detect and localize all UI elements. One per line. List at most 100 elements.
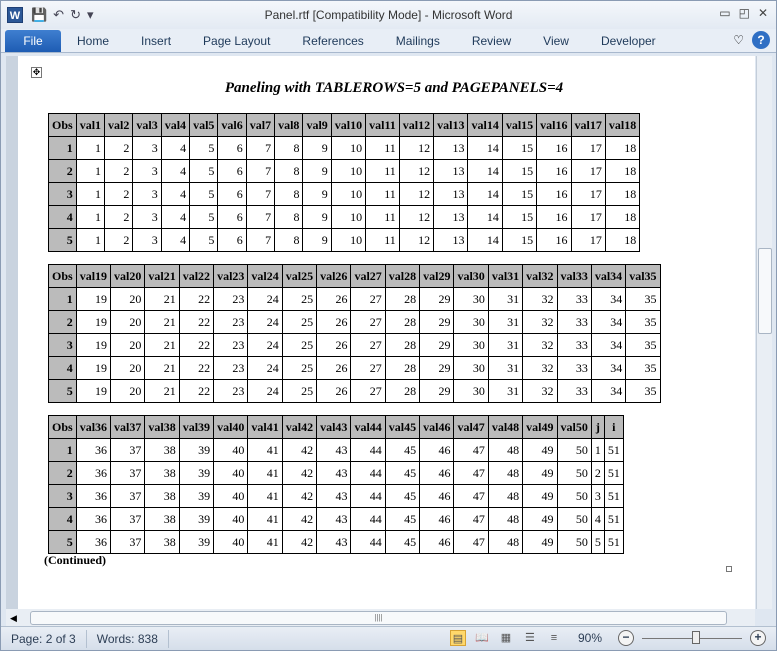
data-table-panel-3: Obs val36 val37 val38 val39 val40 val41 val42 va… (48, 415, 624, 554)
table-cell: 48 (487, 484, 524, 508)
table-cell: 27 (350, 310, 386, 334)
zoom-out-icon[interactable]: − (618, 630, 634, 646)
tab-mailings[interactable]: Mailings (380, 30, 456, 52)
document-page: ✥ Paneling with TABLEROWS=5 and PAGEPANE… (24, 56, 744, 609)
table-cell: 12 (398, 205, 435, 229)
table-cell: 28 (384, 310, 421, 334)
table-cell: 24 (247, 287, 283, 311)
table-cell: 40 (213, 438, 249, 462)
table-cell: 47 (453, 438, 489, 462)
table-cell: 23 (213, 379, 249, 403)
draft-icon[interactable]: ≡ (546, 630, 562, 646)
table-cell: 36 (75, 438, 112, 462)
column-header: val35 (625, 264, 661, 288)
minimize-icon[interactable]: ▭ (719, 6, 730, 20)
table-cell: 31 (487, 333, 524, 357)
obs-cell: 4 (48, 356, 77, 380)
obs-cell: 5 (48, 228, 77, 252)
tab-review[interactable]: Review (456, 30, 527, 52)
outline-icon[interactable]: ☰ (522, 630, 538, 646)
obs-cell: 1 (48, 438, 77, 462)
table-cell: 29 (419, 333, 455, 357)
word-count[interactable]: Words: 838 (87, 629, 169, 648)
tab-file[interactable]: File (5, 30, 61, 52)
document-area[interactable]: ✥ Paneling with TABLEROWS=5 and PAGEPANE… (6, 56, 755, 609)
page-indicator[interactable]: Page: 2 of 3 (1, 629, 87, 648)
zoom-slider-knob[interactable] (692, 630, 700, 644)
table-cell: 36 (75, 484, 112, 508)
table-cell: 19 (75, 356, 112, 380)
obs-cell: 2 (48, 159, 77, 183)
table-cell: 49 (522, 507, 558, 531)
table-cell: 21 (144, 287, 180, 311)
table-cell: 49 (522, 530, 558, 554)
column-header: val10 (330, 113, 367, 137)
table-cell: 47 (453, 507, 489, 531)
table-cell: 51 (603, 438, 624, 462)
scroll-left-icon[interactable]: ◀ (10, 613, 17, 624)
column-header: val48 (487, 415, 524, 439)
tab-view[interactable]: View (527, 30, 585, 52)
table-cell: 31 (487, 356, 524, 380)
table-move-handle-icon[interactable]: ✥ (31, 67, 42, 78)
window-title: Panel.rtf [Compatibility Mode] - Microso… (264, 8, 513, 22)
full-screen-reading-icon[interactable]: 📖 (474, 630, 490, 646)
table-cell: 13 (433, 228, 469, 252)
close-icon[interactable]: ✕ (758, 6, 768, 20)
restore-icon[interactable]: ◰ (739, 6, 750, 20)
table-cell: 12 (398, 136, 435, 160)
table-cell: 28 (384, 356, 421, 380)
zoom-slider[interactable] (642, 630, 742, 644)
print-layout-icon[interactable]: ▤ (449, 630, 466, 646)
table-cell: 17 (570, 136, 606, 160)
table-cell: 20 (110, 379, 146, 403)
column-header: val18 (604, 113, 641, 137)
table-cell: 18 (604, 136, 641, 160)
table-cell: 44 (350, 530, 386, 554)
zoom-in-icon[interactable]: + (750, 630, 766, 646)
table-cell: 7 (245, 205, 276, 229)
horizontal-scroll-thumb[interactable]: |||| (30, 611, 727, 625)
table-cell: 41 (247, 507, 283, 531)
table-cell: 26 (316, 287, 352, 311)
table-cell: 5 (590, 530, 605, 554)
table-cell: 45 (384, 438, 421, 462)
vertical-scroll-thumb[interactable] (758, 248, 772, 334)
column-header: val29 (419, 264, 455, 288)
column-header: val11 (365, 113, 400, 137)
table-cell: 41 (247, 530, 283, 554)
table-cell: 7 (245, 182, 276, 206)
vertical-scrollbar[interactable] (756, 56, 772, 609)
table-cell: 37 (110, 530, 146, 554)
tab-references[interactable]: References (286, 30, 379, 52)
table-cell: 1 (75, 205, 106, 229)
minimize-ribbon-icon[interactable]: ♡ (733, 33, 744, 47)
table-cell: 47 (453, 461, 489, 485)
zoom-level[interactable]: 90% (578, 631, 602, 645)
table-cell: 24 (247, 379, 283, 403)
table-cell: 49 (522, 484, 558, 508)
table-cell: 21 (144, 379, 180, 403)
column-header: val24 (247, 264, 283, 288)
table-cell: 5 (189, 159, 219, 183)
help-icon[interactable]: ? (752, 31, 770, 49)
table-cell: 15 (501, 136, 538, 160)
table-cell: 15 (501, 182, 538, 206)
table-cell: 23 (213, 356, 249, 380)
tab-insert[interactable]: Insert (125, 30, 187, 52)
table-cell: 33 (556, 379, 592, 403)
data-table-panel-1: Obs val1 val2 val3 val4 val5 val6 val7 val8 val9 v… (48, 113, 641, 252)
table-cell: 18 (604, 182, 641, 206)
column-header: val37 (110, 415, 146, 439)
tab-home[interactable]: Home (61, 30, 125, 52)
table-cell: 48 (487, 530, 524, 554)
table-cell: 46 (419, 484, 455, 508)
horizontal-scrollbar[interactable]: ◀ |||| (6, 609, 755, 627)
column-header: val19 (75, 264, 112, 288)
tab-page-layout[interactable]: Page Layout (187, 30, 286, 52)
column-header: val22 (178, 264, 215, 288)
tab-developer[interactable]: Developer (585, 30, 672, 52)
column-header: val3 (132, 113, 162, 137)
table-cell: 13 (433, 205, 469, 229)
web-layout-icon[interactable]: ▦ (498, 630, 514, 646)
